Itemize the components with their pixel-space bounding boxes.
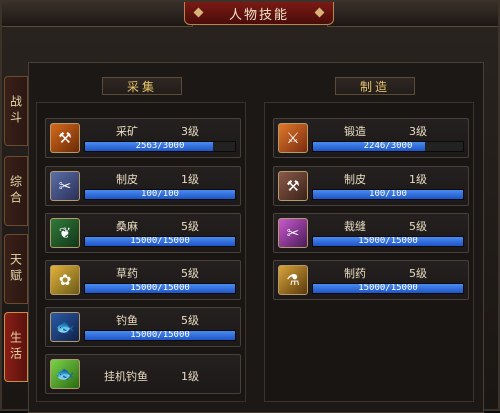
progress-text: 2563/3000 xyxy=(135,141,185,151)
tailoring-icon: ✂ xyxy=(278,218,308,248)
character-skills-window: 人物技能 战斗 综合 天赋 生活 采集 制造 ⚒ 采矿 3级 2563/3000… xyxy=(0,0,500,413)
tab-combat[interactable]: 战斗 xyxy=(4,76,28,146)
progress-bar: 2563/3000 xyxy=(84,141,236,152)
progress-text: 15000/15000 xyxy=(130,330,190,340)
skill-level: 5级 xyxy=(181,220,199,233)
header-ornament-right xyxy=(327,2,498,27)
progress-bar: 15000/15000 xyxy=(312,283,464,294)
tab-life[interactable]: 生活 xyxy=(4,312,28,382)
diamond-icon xyxy=(193,7,204,18)
gathering-column: ⚒ 采矿 3级 2563/3000 ✂ 制皮 1级 100/100 ❦ 桑麻 5… xyxy=(36,102,246,402)
skill-level: 1级 xyxy=(181,370,199,383)
hemp-icon: ❦ xyxy=(50,218,80,248)
skill-row-hemp[interactable]: ❦ 桑麻 5级 15000/15000 xyxy=(45,213,241,253)
progress-bar: 15000/15000 xyxy=(84,236,236,247)
alchemy-icon: ⚗ xyxy=(278,265,308,295)
skill-name: 裁缝 xyxy=(344,220,366,233)
skill-name: 制药 xyxy=(344,267,366,280)
skill-name: 制皮 xyxy=(116,173,138,186)
skill-row-fishing[interactable]: 🐟 钓鱼 5级 15000/15000 xyxy=(45,307,241,347)
forging-icon: ⚔ xyxy=(278,123,308,153)
skill-name: 挂机钓鱼 xyxy=(104,370,148,383)
progress-bar: 2246/3000 xyxy=(312,141,464,152)
progress-bar: 100/100 xyxy=(84,189,236,200)
crafting-header: 制造 xyxy=(335,77,415,95)
progress-text: 15000/15000 xyxy=(130,236,190,246)
title-banner: 人物技能 xyxy=(184,2,334,25)
fishing-icon: 🐟 xyxy=(50,312,80,342)
leatherwork-icon: ⚒ xyxy=(278,171,308,201)
herb-icon: ✿ xyxy=(50,265,80,295)
progress-text: 15000/15000 xyxy=(358,236,418,246)
skill-level: 1级 xyxy=(181,173,199,186)
header-ornament-left xyxy=(2,2,193,27)
progress-bar: 15000/15000 xyxy=(312,236,464,247)
tab-general[interactable]: 综合 xyxy=(4,156,28,226)
skill-row-leatherwork[interactable]: ⚒ 制皮 1级 100/100 xyxy=(273,166,469,206)
tab-label: 综合 xyxy=(8,175,23,207)
skill-row-herb[interactable]: ✿ 草药 5级 15000/15000 xyxy=(45,260,241,300)
skinning-icon: ✂ xyxy=(50,171,80,201)
skill-name: 制皮 xyxy=(344,173,366,186)
tab-label: 天赋 xyxy=(8,253,23,285)
skill-name: 桑麻 xyxy=(116,220,138,233)
progress-text: 15000/15000 xyxy=(358,283,418,293)
skill-level: 1级 xyxy=(409,173,427,186)
skill-level: 3级 xyxy=(409,125,427,138)
window-title: 人物技能 xyxy=(228,7,289,23)
tab-label: 战斗 xyxy=(8,95,23,127)
skill-row-forging[interactable]: ⚔ 锻造 3级 2246/3000 xyxy=(273,118,469,158)
skill-level: 5级 xyxy=(409,220,427,233)
skill-row-afk-fishing[interactable]: 🐟 挂机钓鱼 1级 xyxy=(45,354,241,394)
skill-level: 5级 xyxy=(409,267,427,280)
progress-text: 15000/15000 xyxy=(130,283,190,293)
progress-text: 100/100 xyxy=(141,189,179,199)
skill-name: 锻造 xyxy=(344,125,366,138)
skill-level: 5级 xyxy=(181,314,199,327)
crafting-column: ⚔ 锻造 3级 2246/3000 ⚒ 制皮 1级 100/100 ✂ 裁缝 5… xyxy=(264,102,474,402)
diamond-icon xyxy=(314,7,325,18)
pickaxe-icon: ⚒ xyxy=(50,123,80,153)
skill-level: 3级 xyxy=(181,125,199,138)
skill-row-skinning[interactable]: ✂ 制皮 1级 100/100 xyxy=(45,166,241,206)
skill-name: 钓鱼 xyxy=(116,314,138,327)
skill-row-alchemy[interactable]: ⚗ 制药 5级 15000/15000 xyxy=(273,260,469,300)
progress-bar: 100/100 xyxy=(312,189,464,200)
tab-talent[interactable]: 天赋 xyxy=(4,234,28,304)
afk-fishing-icon: 🐟 xyxy=(50,359,80,389)
skill-row-tailoring[interactable]: ✂ 裁缝 5级 15000/15000 xyxy=(273,213,469,253)
gathering-header: 采集 xyxy=(102,77,182,95)
skill-name: 草药 xyxy=(116,267,138,280)
progress-bar: 15000/15000 xyxy=(84,330,236,341)
skill-name: 采矿 xyxy=(116,125,138,138)
progress-bar: 15000/15000 xyxy=(84,283,236,294)
tab-label: 生活 xyxy=(8,331,23,363)
skill-level: 5级 xyxy=(181,267,199,280)
progress-text: 2246/3000 xyxy=(363,141,413,151)
skill-row-mining[interactable]: ⚒ 采矿 3级 2563/3000 xyxy=(45,118,241,158)
progress-text: 100/100 xyxy=(369,189,407,199)
